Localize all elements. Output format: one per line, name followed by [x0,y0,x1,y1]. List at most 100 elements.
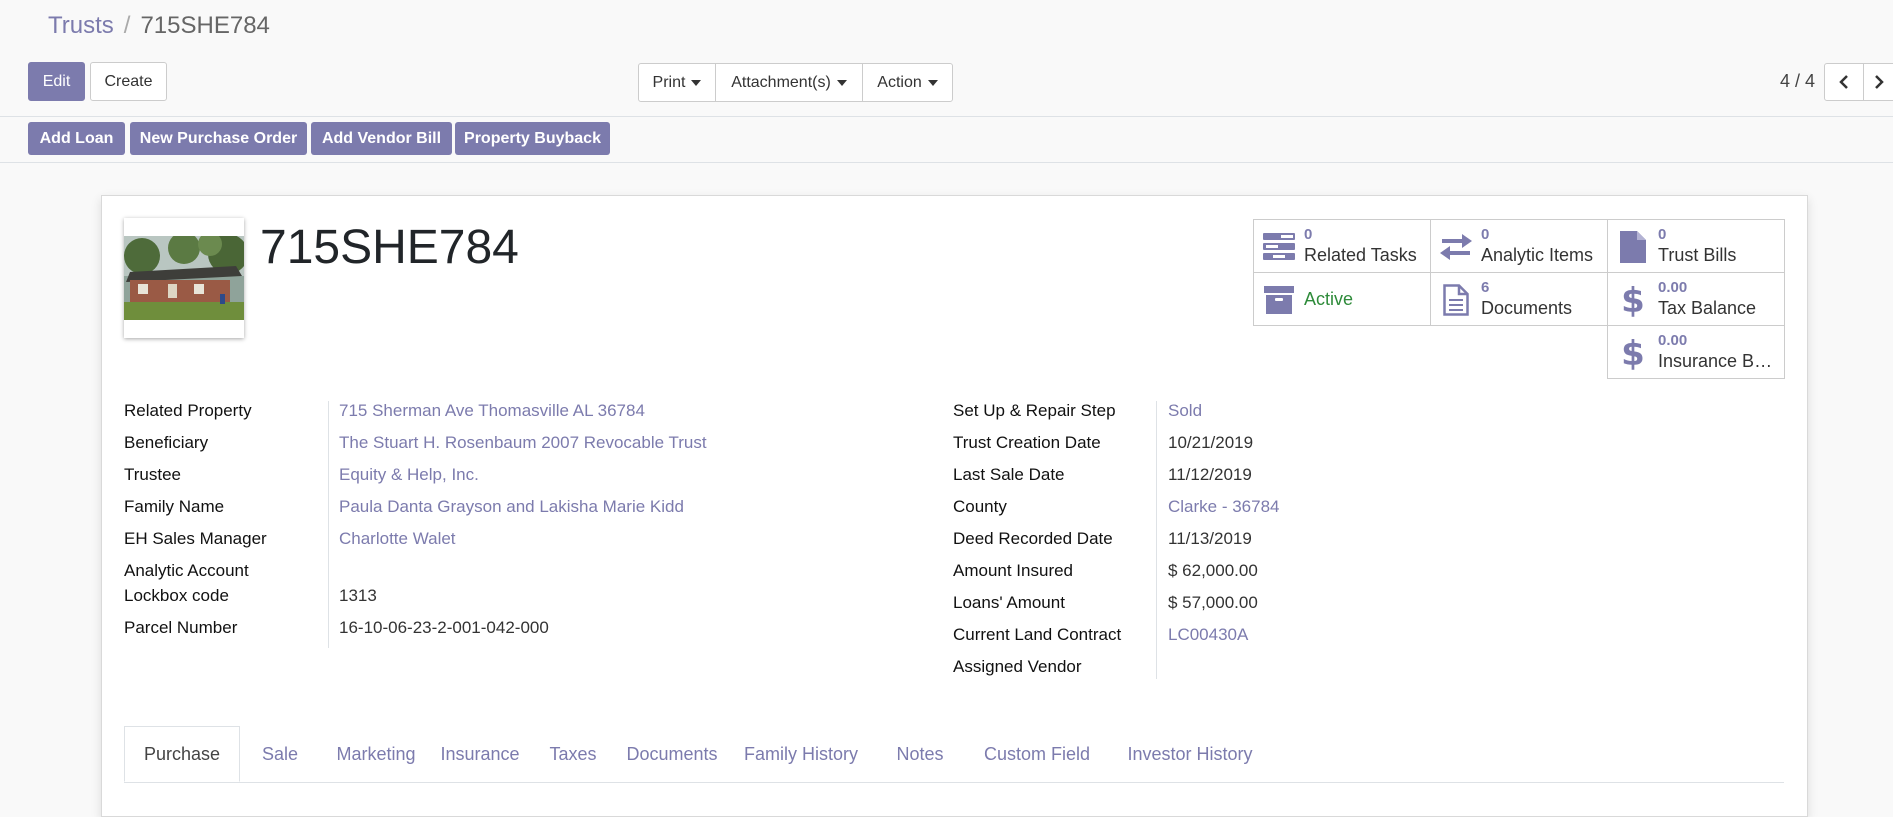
field-label: Trust Creation Date [953,433,1101,452]
field-label: Assigned Vendor [953,657,1082,676]
tax-balance-label: Tax Balance [1658,298,1757,318]
field-label: Last Sale Date [953,465,1065,484]
breadcrumb: Trusts / 715SHE784 [48,12,270,40]
caret-down-icon [836,79,847,86]
trust-bills-label: Trust Bills [1658,245,1737,265]
field-label: County [953,497,1007,516]
chevron-left-icon [1839,75,1848,89]
setup-repair-step-link[interactable]: Sold [1168,401,1202,421]
field-label: Deed Recorded Date [953,529,1113,548]
insurance-balance-smart-button[interactable]: $ 0.00 Insurance Bal... [1607,325,1785,379]
analytic-items-label: Analytic Items [1481,245,1594,265]
tax-balance-smart-button[interactable]: $ 0.00 Tax Balance [1607,272,1785,326]
breadcrumb-separator: / [123,12,131,39]
amount-insured-value: $ 62,000.00 [1168,561,1258,580]
lockbox-code-value: 1313 [339,586,377,605]
field-label: Amount Insured [953,561,1074,580]
documents-smart-button[interactable]: 6 Documents [1430,272,1608,326]
documents-count: 6 [1481,279,1490,296]
statusbar: Add Loan New Purchase Order Add Vendor B… [0,117,1893,163]
land-contract-link[interactable]: LC00430A [1168,625,1248,645]
field-label: Parcel Number [124,618,238,637]
add-vendor-bill-button[interactable]: Add Vendor Bill [311,122,452,155]
form-sheet: 715SHE784 0 Related Tasks 0 Analytic Ite… [101,195,1808,817]
new-purchase-order-button[interactable]: New Purchase Order [130,122,307,155]
control-panel: Trusts / 715SHE784 Edit Create Print Attac… [0,0,1893,117]
breadcrumb-current: 715SHE784 [140,12,270,39]
field-label: Analytic Account [124,561,249,580]
property-buyback-button[interactable]: Property Buyback [455,122,610,155]
related-tasks-smart-button[interactable]: 0 Related Tasks [1253,219,1431,273]
loans-amount-value: $ 57,000.00 [1168,593,1258,612]
print-label: Print [652,73,686,91]
active-label: Active [1304,289,1354,309]
property-photo[interactable] [124,218,244,338]
attachments-label: Attachment(s) [731,73,831,91]
breadcrumb-parent-link[interactable]: Trusts [48,12,114,39]
create-button[interactable]: Create [90,62,167,101]
print-dropdown[interactable]: Print [638,63,716,102]
tab-investor-history[interactable]: Investor History [1110,726,1270,782]
pager-value[interactable]: 4 / 4 [1780,71,1815,92]
caret-down-icon [927,79,938,86]
pager-next-button[interactable] [1863,63,1893,101]
tab-marketing[interactable]: Marketing [320,726,432,782]
attachments-dropdown[interactable]: Attachment(s) [715,63,863,102]
insurance-balance-label: Insurance Bal... [1658,351,1780,371]
tab-documents[interactable]: Documents [618,726,726,782]
field-label: Trustee [124,465,182,484]
tab-insurance[interactable]: Insurance [432,726,528,782]
field-label: EH Sales Manager [124,529,267,548]
insurance-balance-value: 0.00 [1658,332,1688,349]
right-field-divider [1156,401,1157,679]
exchange-icon [1439,231,1473,263]
archive-icon [1262,284,1296,316]
field-label: Current Land Contract [953,625,1122,644]
field-label: Beneficiary [124,433,209,452]
related-tasks-count: 0 [1304,226,1313,243]
field-label: Related Property [124,401,252,420]
tasks-icon [1262,231,1296,263]
last-sale-date-value: 11/12/2019 [1168,465,1252,484]
sales-manager-link[interactable]: Charlotte Walet [339,529,456,549]
record-title: 715SHE784 [260,221,519,274]
action-label: Action [877,73,922,91]
caret-down-icon [691,79,702,86]
add-loan-button[interactable]: Add Loan [28,122,125,155]
house-image [124,236,244,320]
tab-purchase[interactable]: Purchase [124,726,240,782]
pager-previous-button[interactable] [1824,63,1864,101]
trust-creation-date-value: 10/21/2019 [1168,433,1254,452]
beneficiary-link[interactable]: The Stuart H. Rosenbaum 2007 Revocable T… [339,433,707,453]
document-icon [1439,284,1473,316]
trust-bills-count: 0 [1658,226,1667,243]
field-label: Loans' Amount [953,593,1065,612]
trustee-link[interactable]: Equity & Help, Inc. [339,465,479,485]
file-icon [1616,231,1650,263]
county-link[interactable]: Clarke - 36784 [1168,497,1280,517]
analytic-items-smart-button[interactable]: 0 Analytic Items [1430,219,1608,273]
trust-bills-smart-button[interactable]: 0 Trust Bills [1607,219,1785,273]
field-label: Lockbox code [124,586,229,605]
field-label: Set Up & Repair Step [953,401,1116,420]
family-name-link[interactable]: Paula Danta Grayson and Lakisha Marie Ki… [339,497,684,517]
tab-family-history[interactable]: Family History [726,726,876,782]
tax-balance-value: 0.00 [1658,279,1688,296]
analytic-items-count: 0 [1481,226,1490,243]
field-label: Family Name [124,497,225,516]
edit-button[interactable]: Edit [28,62,85,101]
related-property-link[interactable]: 715 Sherman Ave Thomasville AL 36784 [339,401,645,421]
left-field-divider [328,401,329,648]
dollar-icon: $ [1616,336,1650,370]
tab-sale[interactable]: Sale [240,726,320,782]
related-tasks-label: Related Tasks [1304,245,1417,265]
tab-custom-field[interactable]: Custom Field [964,726,1110,782]
tab-notes[interactable]: Notes [876,726,964,782]
documents-label: Documents [1481,298,1573,318]
tab-taxes[interactable]: Taxes [528,726,618,782]
active-toggle-button[interactable]: Active [1253,272,1431,326]
left-field-group: Related Property 715 Sherman Ave Thomasv… [124,401,924,651]
deed-recorded-date-value: 11/13/2019 [1168,529,1252,548]
action-dropdown[interactable]: Action [862,63,953,102]
svg-text:$: $ [1622,336,1644,370]
